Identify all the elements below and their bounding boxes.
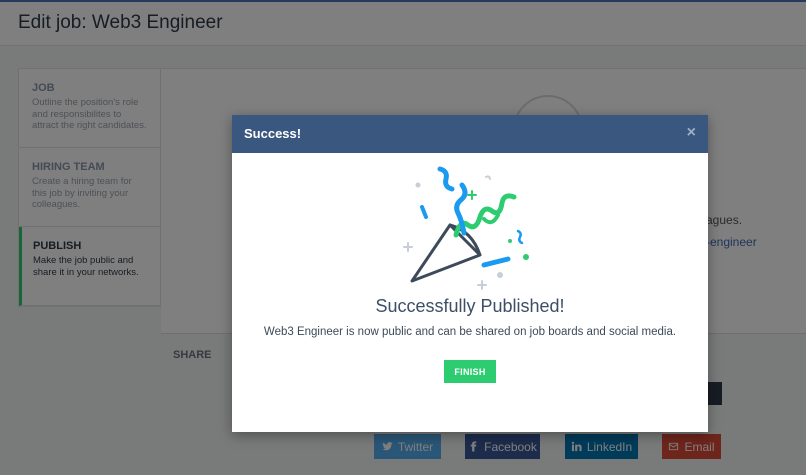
party-popper-icon [403, 166, 529, 290]
success-modal: Success! × Successfully Published! Web3 … [232, 115, 708, 432]
modal-title: Success! [244, 126, 302, 141]
modal-heading: Successfully Published! [375, 296, 565, 316]
modal-message: Web3 Engineer is now public and can be s… [263, 326, 677, 338]
finish-button[interactable]: FINISH [444, 360, 496, 383]
modal-header: Success! × [232, 115, 708, 153]
close-icon[interactable]: × [687, 125, 696, 141]
